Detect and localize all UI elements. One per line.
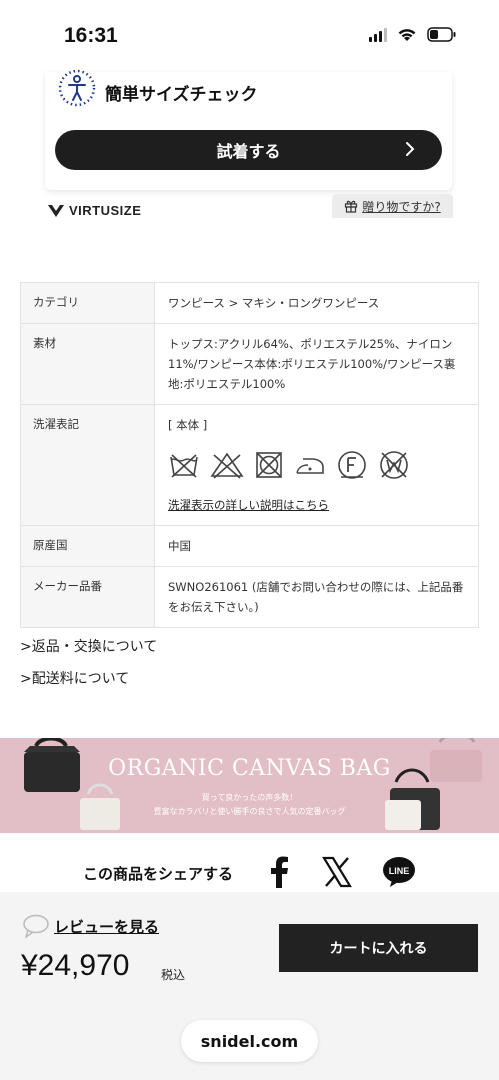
spec-value-origin: 中国: [154, 525, 479, 567]
spec-value-product-code: SWNO261061 (店舗でお問い合わせの際には、上記品番をお伝え下さい。): [154, 566, 479, 628]
purchase-bar: レビューを見る ¥24,970 税込 カートに入れる snidel.com: [0, 892, 499, 1080]
body-measure-icon: [58, 69, 96, 107]
no-bleach-icon: [210, 452, 244, 479]
status-time: 16:31: [64, 24, 118, 47]
spec-key-material: 素材: [20, 323, 155, 405]
gift-button[interactable]: 贈り物ですか?: [332, 194, 453, 218]
add-to-cart-button[interactable]: カートに入れる: [279, 924, 478, 972]
speech-bubble-icon: [23, 914, 49, 938]
table-row: 洗濯表記 [ 本体 ] 洗濯表示の詳しい説明はこちら: [20, 404, 479, 526]
wifi-icon: [397, 27, 417, 42]
cellular-signal-icon: [369, 27, 387, 42]
organic-canvas-bag-banner[interactable]: ORGANIC CANVAS BAG 買って良かったの声多数！ 豊富なカラバリと…: [0, 738, 499, 833]
review-link[interactable]: レビューを見る: [22, 914, 159, 938]
spec-key-product-code: メーカー品番: [20, 566, 155, 628]
try-on-button[interactable]: 試着する: [55, 130, 442, 170]
returns-link[interactable]: >返品・交換について: [20, 636, 157, 656]
product-price: ¥24,970: [21, 949, 130, 982]
banner-title: ORGANIC CANVAS BAG: [108, 756, 391, 781]
review-label: レビューを見る: [54, 917, 160, 936]
no-wet-clean-icon: [380, 451, 408, 479]
line-icon[interactable]: LINE: [382, 856, 416, 888]
care-label-explanation-link[interactable]: 洗濯表示の詳しい説明はこちら: [168, 498, 329, 512]
battery-icon: [427, 27, 457, 42]
table-row: 素材 トップス:アクリル64%、ポリエステル25%、ナイロン11%/ワンピース本…: [20, 323, 479, 405]
size-check[interactable]: 簡単サイズチェック: [55, 69, 258, 112]
status-bar: 16:31: [0, 0, 499, 76]
spec-key-care: 洗濯表記: [20, 404, 155, 526]
virtusize-brand: VIRTUSIZE: [69, 203, 142, 218]
try-on-label: 試着する: [216, 142, 281, 161]
chevron-right-icon: [406, 142, 415, 156]
facebook-icon[interactable]: [268, 856, 290, 888]
gift-label: 贈り物ですか?: [362, 199, 441, 214]
banner-subtitle-2: 豊富なカラバリと使い勝手の良さで人気の定番バッグ: [153, 807, 346, 816]
product-spec-table: カテゴリ ワンピース > マキシ・ロングワンピース 素材 トップス:アクリル64…: [20, 282, 479, 628]
no-wash-icon: [170, 454, 198, 478]
care-icons: [168, 449, 465, 481]
x-icon[interactable]: [322, 856, 352, 888]
spec-key-origin: 原産国: [20, 525, 155, 567]
table-row: メーカー品番 SWNO261061 (店舗でお問い合わせの際には、上記品番をお伝…: [20, 566, 479, 628]
table-row: カテゴリ ワンピース > マキシ・ロングワンピース: [20, 282, 479, 324]
dry-clean-f-icon: [338, 451, 366, 479]
shipping-link[interactable]: >配送料について: [20, 668, 129, 688]
share-section: この商品をシェアする LINE: [0, 852, 499, 892]
spec-key-category: カテゴリ: [20, 282, 155, 324]
table-row: 原産国 中国: [20, 525, 479, 567]
size-check-card: 簡単サイズチェック 試着する: [45, 69, 452, 190]
no-tumble-dry-icon: [256, 452, 282, 478]
virtusize-mark-icon: [48, 204, 64, 217]
size-check-label: 簡単サイズチェック: [105, 84, 258, 105]
tax-label: 税込: [161, 968, 186, 982]
iron-low-icon: [296, 458, 324, 474]
spec-value-material: トップス:アクリル64%、ポリエステル25%、ナイロン11%/ワンピース本体:ポ…: [154, 323, 479, 405]
care-section-label: [ 本体 ]: [168, 418, 208, 432]
tote-bag-image: [24, 738, 482, 830]
line-icon-label: LINE: [389, 866, 410, 876]
gift-icon: [345, 200, 358, 213]
browser-url-pill[interactable]: snidel.com: [181, 1020, 318, 1062]
share-label: この商品をシェアする: [83, 865, 234, 883]
banner-subtitle-1: 買って良かったの声多数！: [201, 793, 298, 802]
spec-value-category: ワンピース > マキシ・ロングワンピース: [154, 282, 479, 324]
virtusize-logo: VIRTUSIZE: [47, 203, 141, 218]
status-icons: [369, 27, 457, 42]
spec-value-care: [ 本体 ] 洗濯表示の詳しい説明はこちら: [154, 404, 479, 526]
